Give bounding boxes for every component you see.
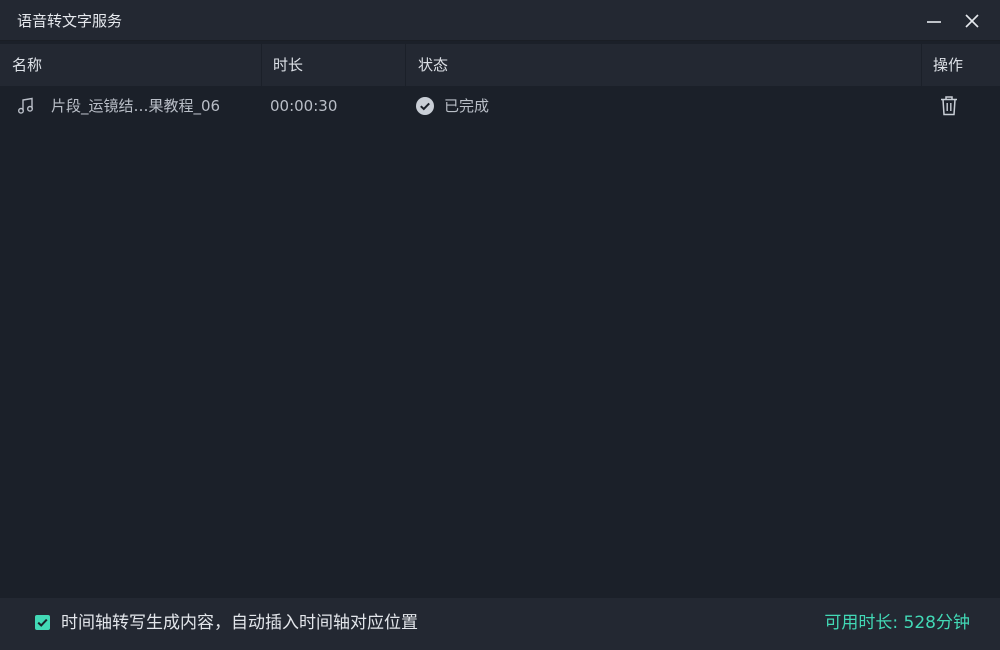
column-divider[interactable] <box>921 44 922 86</box>
check-circle-icon <box>415 96 435 116</box>
table-row[interactable]: 片段_运镜结…果教程_06 00:00:30 已完成 <box>0 86 1000 126</box>
clip-duration: 00:00:30 <box>270 97 338 115</box>
table-body: 片段_运镜结…果教程_06 00:00:30 已完成 <box>0 86 1000 598</box>
close-button[interactable] <box>961 10 983 32</box>
available-time: 可用时长: 528分钟 <box>824 613 970 633</box>
timeline-insert-label[interactable]: 时间轴转写生成内容，自动插入时间轴对应位置 <box>61 612 418 634</box>
music-note-icon <box>16 96 36 116</box>
delete-button[interactable] <box>939 95 959 117</box>
minimize-icon <box>927 21 941 23</box>
title-bar: 语音转文字服务 <box>0 0 1000 41</box>
clip-name: 片段_运镜结…果教程_06 <box>51 97 221 115</box>
footer-bar: 时间轴转写生成内容，自动插入时间轴对应位置 可用时长: 528分钟 <box>0 598 1000 650</box>
timeline-insert-checkbox[interactable] <box>35 615 50 630</box>
clip-status: 已完成 <box>444 97 490 115</box>
column-header-name: 名称 <box>12 56 43 74</box>
trash-icon <box>941 96 957 116</box>
speech-to-text-window: 语音转文字服务 名称 时长 状态 操作 片段_运镜结…果教程_06 00:00:… <box>0 0 1000 650</box>
column-divider[interactable] <box>405 44 406 86</box>
window-title: 语音转文字服务 <box>17 12 123 30</box>
table-header: 名称 时长 状态 操作 <box>0 44 1000 86</box>
minimize-button[interactable] <box>923 10 945 32</box>
column-divider[interactable] <box>261 44 262 86</box>
column-header-duration: 时长 <box>273 56 304 74</box>
close-icon <box>965 14 979 28</box>
column-header-action: 操作 <box>933 56 964 74</box>
checkmark-icon <box>37 618 48 627</box>
column-header-status: 状态 <box>418 56 449 74</box>
